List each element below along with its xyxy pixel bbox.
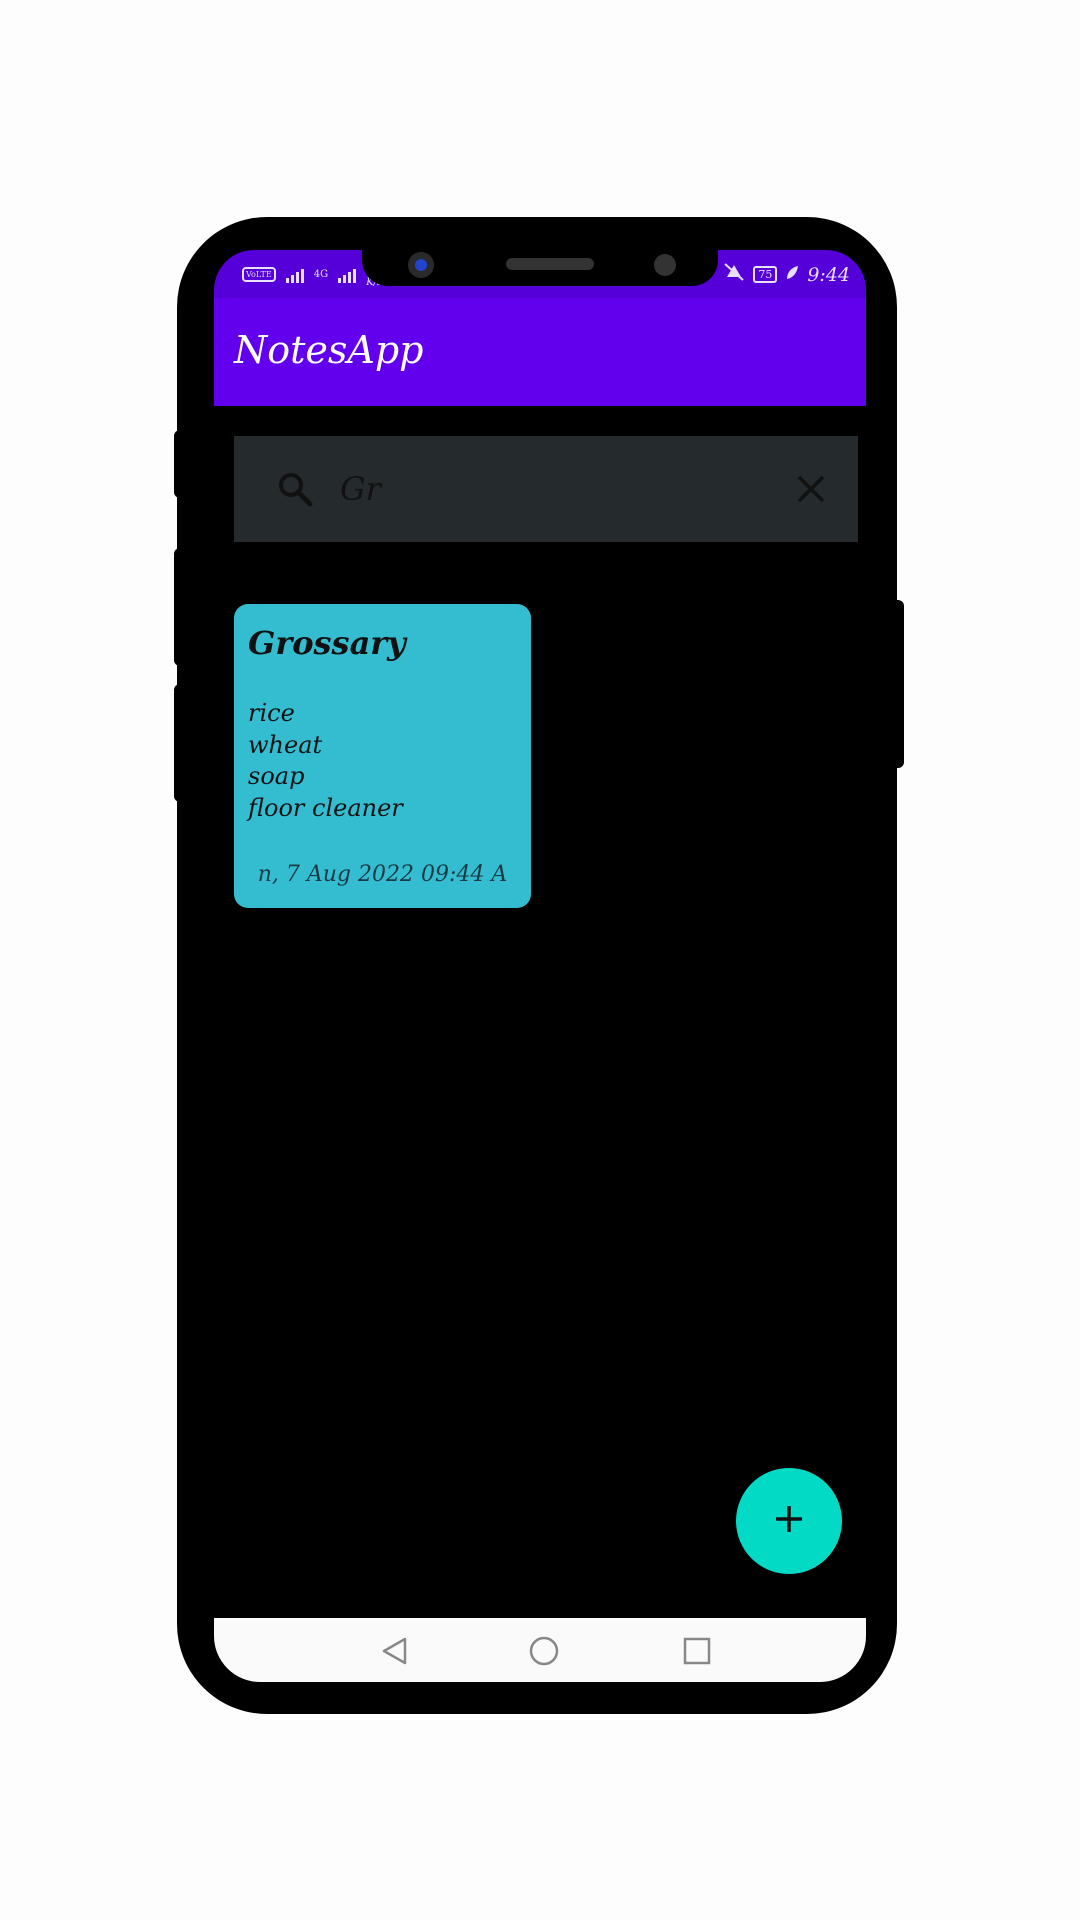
home-icon[interactable] <box>529 1636 559 1666</box>
recents-icon[interactable] <box>682 1636 712 1666</box>
signal-icon <box>285 267 304 283</box>
note-body: rice wheat soap floor cleaner <box>248 698 403 824</box>
back-icon[interactable] <box>380 1636 410 1666</box>
search-input[interactable]: Gr <box>340 470 381 508</box>
earpiece-speaker <box>506 258 594 270</box>
leaf-icon <box>785 264 799 286</box>
note-date-text: n, 7 Aug 2022 09:44 A <box>257 862 508 887</box>
note-line: rice <box>248 699 295 727</box>
phone-side-button <box>890 600 904 768</box>
front-camera <box>408 252 434 278</box>
close-icon[interactable] <box>796 474 826 504</box>
app-bar: NotesApp <box>214 298 866 406</box>
note-line: floor cleaner <box>248 793 403 822</box>
network-type: 4G <box>313 269 329 280</box>
search-bar[interactable]: Gr <box>234 436 858 542</box>
notification-muted-icon <box>723 262 745 287</box>
note-line: wheat <box>248 730 323 759</box>
plus-icon <box>774 1504 804 1538</box>
search-icon[interactable] <box>276 470 314 508</box>
note-title: Grossary <box>248 624 406 662</box>
app-title: NotesApp <box>234 328 424 372</box>
status-time: 9:44 <box>807 263 850 286</box>
note-card[interactable]: Grossary rice wheat soap floor cleaner n… <box>234 604 531 908</box>
battery-icon: 75 <box>753 266 778 283</box>
proximity-sensor <box>654 254 676 276</box>
camera-notch <box>362 250 718 286</box>
phone-side-button <box>174 430 186 498</box>
note-date: n, 7 Aug 2022 09:44 A <box>234 862 531 887</box>
phone-side-button <box>174 684 186 802</box>
note-line: soap <box>248 762 305 790</box>
volte-icon: VoLTE <box>242 267 276 282</box>
phone-side-button <box>174 548 186 666</box>
add-note-button[interactable] <box>736 1468 842 1574</box>
navigation-bar <box>214 1618 866 1682</box>
phone-screen: VoLTE 4G K/s 75 9:44 NotesApp G <box>214 250 866 1682</box>
signal-icon <box>338 267 357 283</box>
status-bar: VoLTE 4G K/s 75 9:44 <box>214 250 866 298</box>
